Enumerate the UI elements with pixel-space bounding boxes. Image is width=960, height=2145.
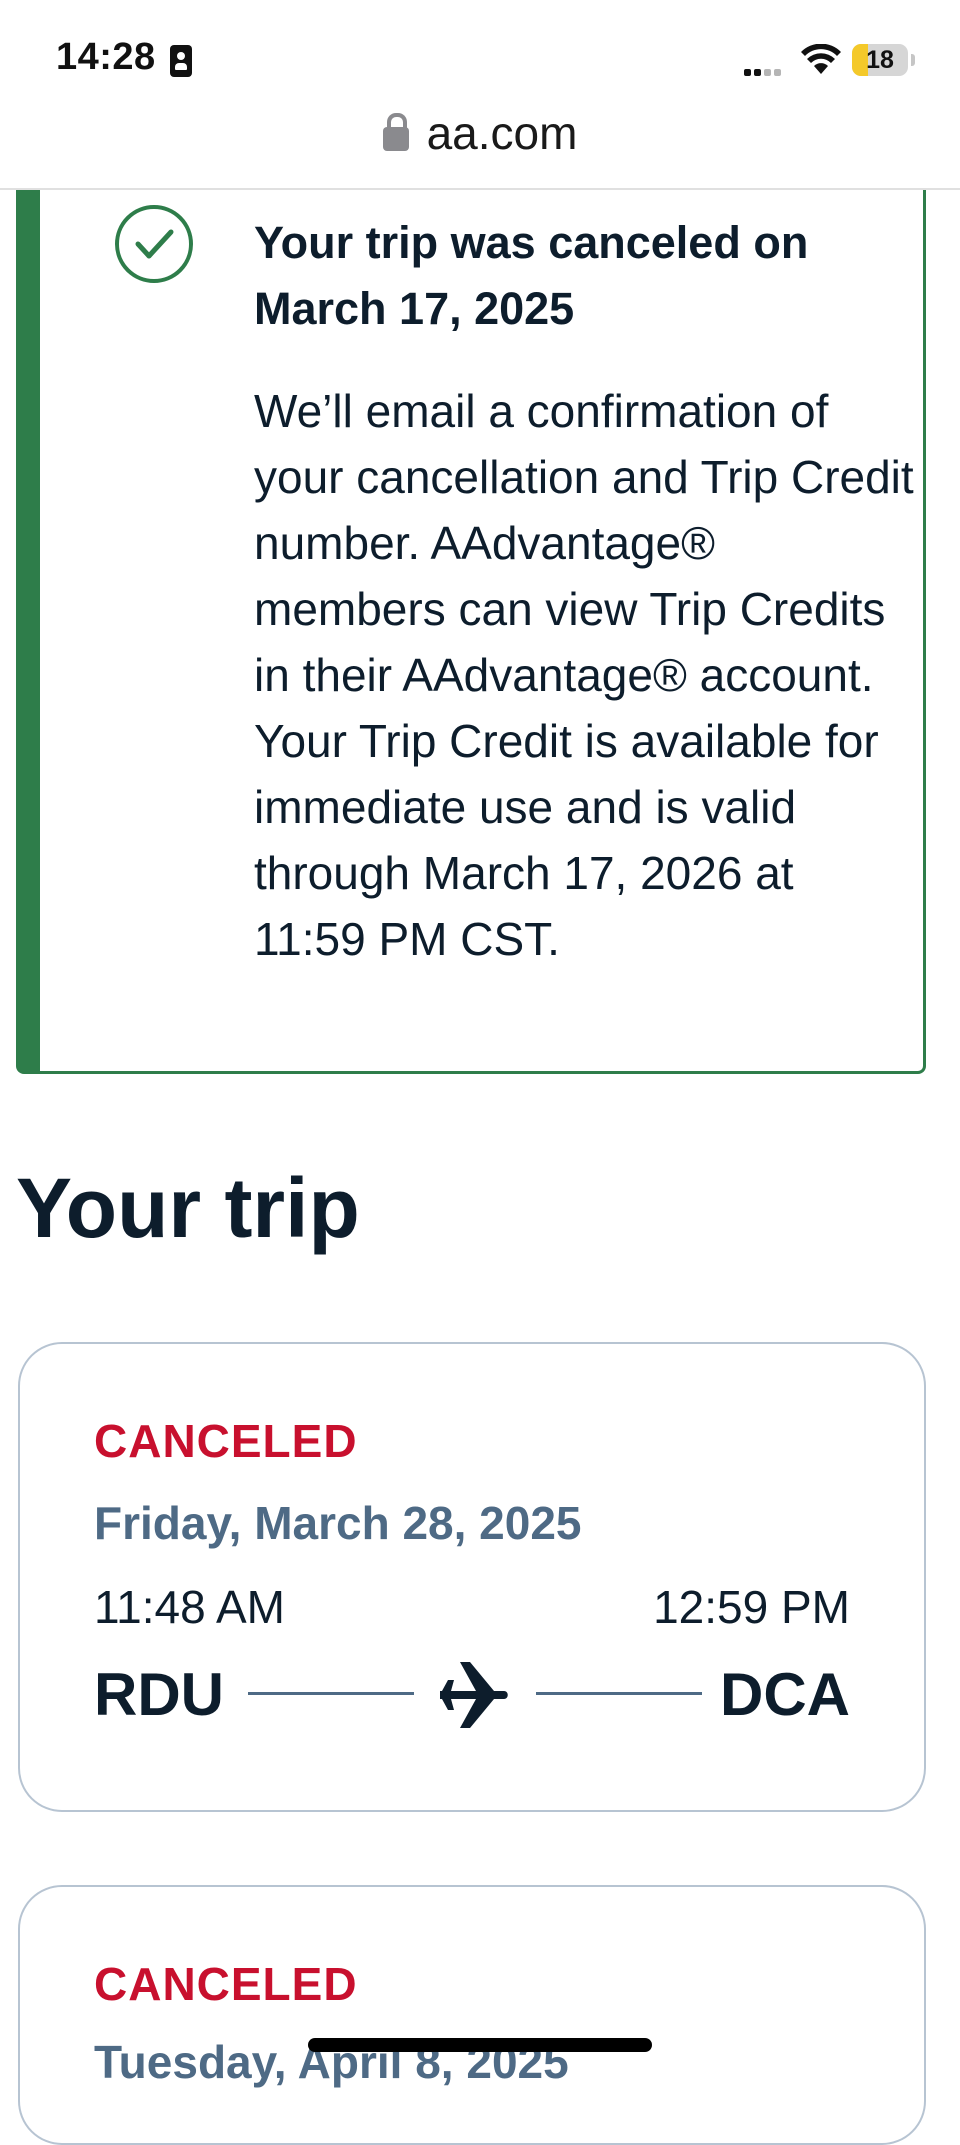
- alert-message: We’ll email a confirmation of your cance…: [254, 385, 914, 965]
- checkmark-circle-icon: [115, 205, 193, 283]
- trip-card[interactable]: CANCELED Tuesday, April 8, 2025: [18, 1885, 926, 2145]
- trip-status: CANCELED: [94, 1958, 358, 2010]
- address-bar[interactable]: aa.com: [0, 100, 960, 190]
- id-card-icon: [170, 45, 192, 77]
- wifi-icon: [801, 44, 841, 74]
- status-time: 14:28: [56, 36, 156, 78]
- route-line: [536, 1692, 702, 1695]
- trip-date: Friday, March 28, 2025: [94, 1497, 582, 1549]
- route-line: [248, 1692, 414, 1695]
- battery-cap: [911, 54, 915, 66]
- alert-title: Your trip was canceled on March 17, 2025: [254, 217, 809, 334]
- departure-time: 11:48 AM: [94, 1581, 285, 1633]
- destination-airport: DCA: [720, 1661, 850, 1728]
- cellular-signal-icon: [744, 52, 788, 76]
- battery-icon: 18: [852, 44, 908, 76]
- cancellation-alert: Your trip was canceled on March 17, 2025…: [16, 190, 926, 1074]
- url-text[interactable]: aa.com: [427, 107, 578, 159]
- page-title: Your trip: [16, 1161, 360, 1255]
- arrival-time: 12:59 PM: [653, 1581, 850, 1633]
- airplane-icon: [440, 1662, 508, 1728]
- home-indicator[interactable]: [308, 2038, 652, 2052]
- lock-icon: [382, 113, 409, 151]
- battery-level: 18: [866, 46, 894, 74]
- trip-card[interactable]: CANCELED Friday, March 28, 2025 11:48 AM…: [18, 1342, 926, 1812]
- origin-airport: RDU: [94, 1661, 224, 1728]
- trip-status: CANCELED: [94, 1415, 358, 1467]
